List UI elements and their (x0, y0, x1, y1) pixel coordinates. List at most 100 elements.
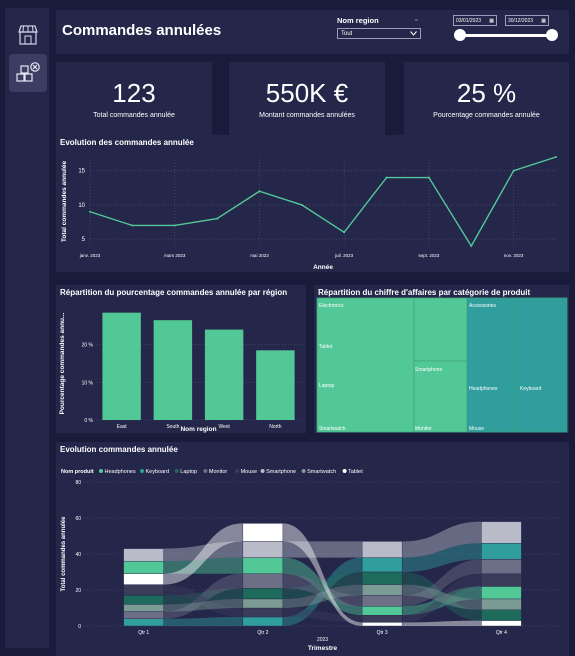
kpi-label: Montant commandes annulées (259, 112, 355, 119)
line-point (216, 217, 219, 220)
line-point (512, 169, 515, 172)
cancelled-boxes-icon[interactable] (9, 54, 47, 92)
kpi-card-amount: 550K € Montant commandes annulées (229, 62, 385, 135)
ribbon-segment (481, 542, 522, 560)
ribbon-segment (242, 587, 284, 600)
legend-item: Laptop (180, 469, 197, 475)
kpi-value: 550K € (265, 78, 349, 108)
ribbon-segment (361, 595, 403, 607)
ribbon-segment (123, 573, 164, 585)
treemap-tile-label: Smartwatch (319, 426, 346, 432)
region-slicer-label: Nom region (337, 16, 379, 25)
treemap-tile-label: Tablet (319, 344, 333, 350)
y-tick-label: 20 (75, 588, 81, 594)
x-tick-label: West (218, 424, 230, 430)
bar (204, 329, 244, 420)
ribbon-segment (123, 584, 164, 596)
bar-chart: 0 % 10 % 20 % East South West North Nom region P… (59, 312, 301, 433)
ribbon-segment (481, 573, 522, 587)
region-slicer-dropdown[interactable]: Tout (337, 28, 421, 39)
legend-item: Mouse (241, 469, 258, 475)
ribbon-segment (123, 560, 164, 574)
ribbon-segment (242, 616, 284, 627)
ribbon-segment (242, 573, 284, 589)
y-axis-label: Total commandes annulée (61, 161, 68, 243)
line-point (555, 156, 557, 158)
ribbon-segment (123, 611, 164, 620)
slicer-collapse-icon[interactable]: ⌄ (413, 14, 420, 23)
chevron-down-icon (410, 31, 417, 36)
legend-marker (260, 469, 265, 473)
treemap-tile (466, 297, 516, 433)
ribbon-segment (481, 586, 522, 600)
x-axis-label: Année (313, 264, 333, 271)
kpi-card-percentage: 25 % Pourcentage commandes annulée (404, 62, 569, 135)
kpi-label: Pourcentage commandes annulée (433, 112, 540, 119)
ribbon-segment (361, 584, 403, 596)
legend-marker (174, 469, 179, 473)
line-point (385, 176, 388, 179)
store-icon[interactable] (9, 16, 47, 54)
legend-marker (342, 469, 347, 473)
date-range-end-handle[interactable] (546, 29, 558, 41)
legend-marker (301, 469, 306, 473)
legend-title: Nom produit (61, 469, 94, 475)
ribbon-band (402, 620, 482, 626)
bar (256, 350, 295, 420)
date-range-slider[interactable] (460, 34, 551, 37)
ribbon-segment (481, 521, 522, 544)
kpi-label: Total commandes annulée (93, 112, 175, 119)
header-bar: Commandes annulées Nom region ⌄ Tout 03/… (56, 10, 569, 54)
ribbon-band (163, 617, 243, 626)
y-tick-label: 5 (82, 237, 86, 243)
line-point (427, 176, 430, 179)
legend-item: Monitor (209, 469, 228, 475)
y-tick-label: 40 (75, 552, 81, 558)
date-start-value: 03/01/2023 (456, 17, 482, 24)
report-canvas: Commandes annulées Nom region ⌄ Tout 03/… (49, 8, 575, 656)
treemap-tile (413, 297, 468, 362)
legend-item: Tablet (348, 469, 363, 475)
ribbon-segment (123, 595, 164, 605)
line-point (258, 190, 261, 193)
line-point (131, 224, 134, 227)
treemap-group-label: Electronics (319, 303, 344, 309)
ribbon-segment (361, 557, 403, 573)
legend-item: Keyboard (146, 469, 170, 475)
ribbon-segment (242, 598, 284, 609)
ribbon-segment (361, 541, 403, 558)
date-end-input[interactable]: 30/12/2023 ▦ (505, 15, 549, 26)
treemap-tile-label: Laptop (319, 383, 335, 389)
x-tick-label: juil. 2023 (334, 253, 354, 258)
x-tick-label: mai 2023 (250, 253, 269, 258)
legend-marker (140, 469, 144, 473)
kpi-card-total: 123 Total commandes annulée (56, 62, 212, 135)
date-range-start-handle[interactable] (454, 29, 466, 41)
ribbon-chart-panel: Evolution commandes annulée Nom produit H… (56, 442, 569, 656)
x-tick-label: Qtr 1 (138, 630, 149, 636)
date-start-input[interactable]: 03/01/2023 ▦ (453, 15, 497, 26)
ribbon-segment (242, 523, 284, 542)
x-tick-label: mars 2023 (164, 253, 186, 258)
sidebar (5, 8, 49, 648)
y-tick-label: 20 % (82, 343, 94, 349)
calendar-icon: ▦ (489, 17, 494, 24)
treemap-chart: Electronics Tablet Laptop Smartwatch Smartph… (316, 297, 568, 433)
bar (153, 320, 193, 420)
treemap-tile-label: Keyboard (520, 386, 542, 392)
treemap-group-label: Accessories (469, 303, 496, 309)
line-point (173, 224, 176, 227)
x-tick-label: East (117, 424, 128, 430)
ribbon-segment (123, 548, 164, 562)
ribbon-segment (123, 604, 164, 612)
line-point (343, 231, 346, 234)
y-tick-label: 0 (78, 624, 81, 630)
treemap-panel: Répartition du chiffre d'affaires par ca… (314, 285, 569, 433)
kpi-value: 25 % (456, 78, 517, 108)
line-point (300, 203, 303, 206)
x-axis-label: Nom region (180, 426, 216, 433)
line-chart: 5 10 15 janv. 2023 mars 2023 mai 2023 juil. 20… (61, 156, 557, 271)
x-tick-label: Qtr 4 (496, 630, 507, 636)
y-tick-label: 0 % (84, 418, 93, 424)
line-point (470, 245, 473, 247)
